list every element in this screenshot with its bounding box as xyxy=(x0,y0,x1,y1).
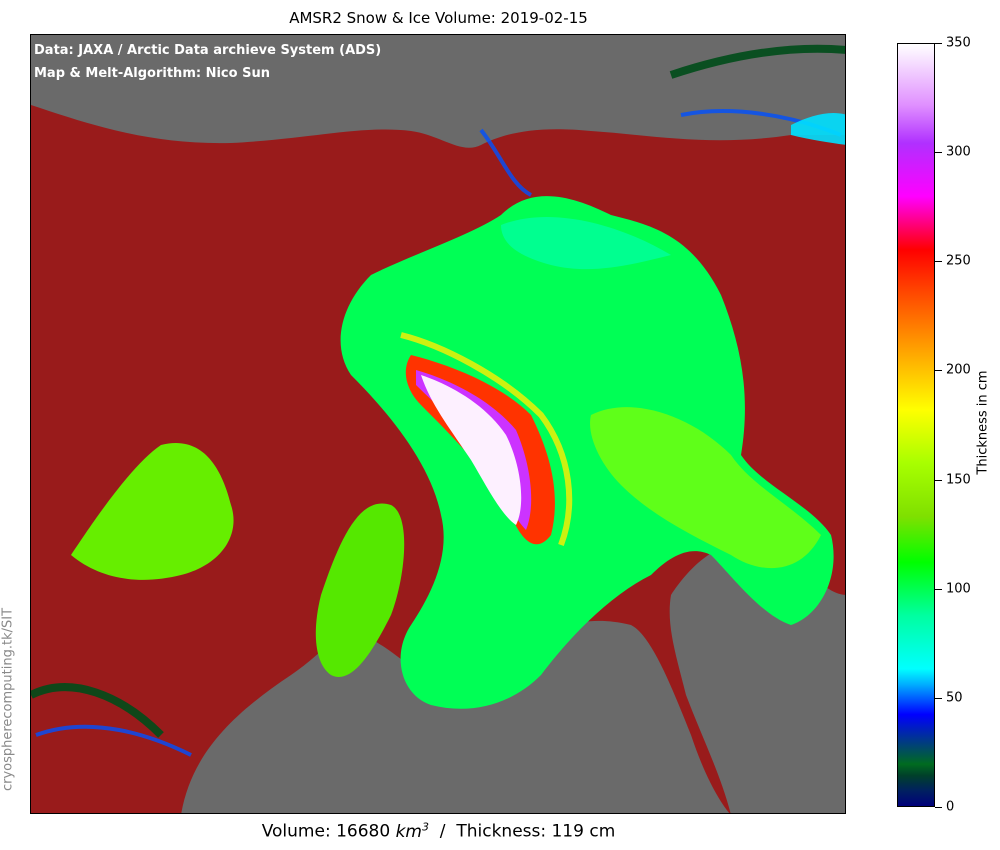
colorbar-label: Thickness in cm xyxy=(975,370,991,475)
colorbar-tick-label: 300 xyxy=(946,144,971,160)
colorbar-tick xyxy=(935,261,942,263)
watermark: cryospherecomputing.tk/SIT xyxy=(0,607,16,792)
colorbar-tick xyxy=(935,152,942,154)
colorbar-tick-label: 50 xyxy=(946,690,963,706)
arctic-ice-map: Data: JAXA / Arctic Data archieve System… xyxy=(30,34,846,814)
colorbar-tick xyxy=(935,43,942,44)
separator: / xyxy=(439,821,446,842)
colorbar-tick-label: 0 xyxy=(946,799,955,815)
colorbar-tick-label: 150 xyxy=(946,472,971,488)
colorbar-tick-label: 350 xyxy=(946,35,971,51)
colorbar-tick xyxy=(935,479,942,481)
data-credit: Data: JAXA / Arctic Data archieve System… xyxy=(34,43,382,58)
thickness-label: Thickness: 119 cm xyxy=(456,821,616,842)
colorbar-tick-label: 250 xyxy=(946,253,971,269)
map-canvas xyxy=(31,35,845,813)
volume-unit: km3 xyxy=(395,820,429,842)
volume-label: Volume: 16680 xyxy=(261,821,391,842)
colorbar-tick xyxy=(935,807,942,808)
colorbar-tick xyxy=(935,697,942,699)
map-title: AMSR2 Snow & Ice Volume: 2019-02-15 xyxy=(289,9,588,27)
colorbar xyxy=(897,43,935,807)
colorbar-tick-label: 100 xyxy=(946,581,971,597)
algorithm-credit: Map & Melt-Algorithm: Nico Sun xyxy=(34,66,270,81)
colorbar-tick xyxy=(935,370,942,372)
colorbar-tick-label: 200 xyxy=(946,362,971,378)
footer-summary: Volume: 16680 km3 / Thickness: 119 cm xyxy=(30,820,847,842)
colorbar-tick xyxy=(935,588,942,590)
